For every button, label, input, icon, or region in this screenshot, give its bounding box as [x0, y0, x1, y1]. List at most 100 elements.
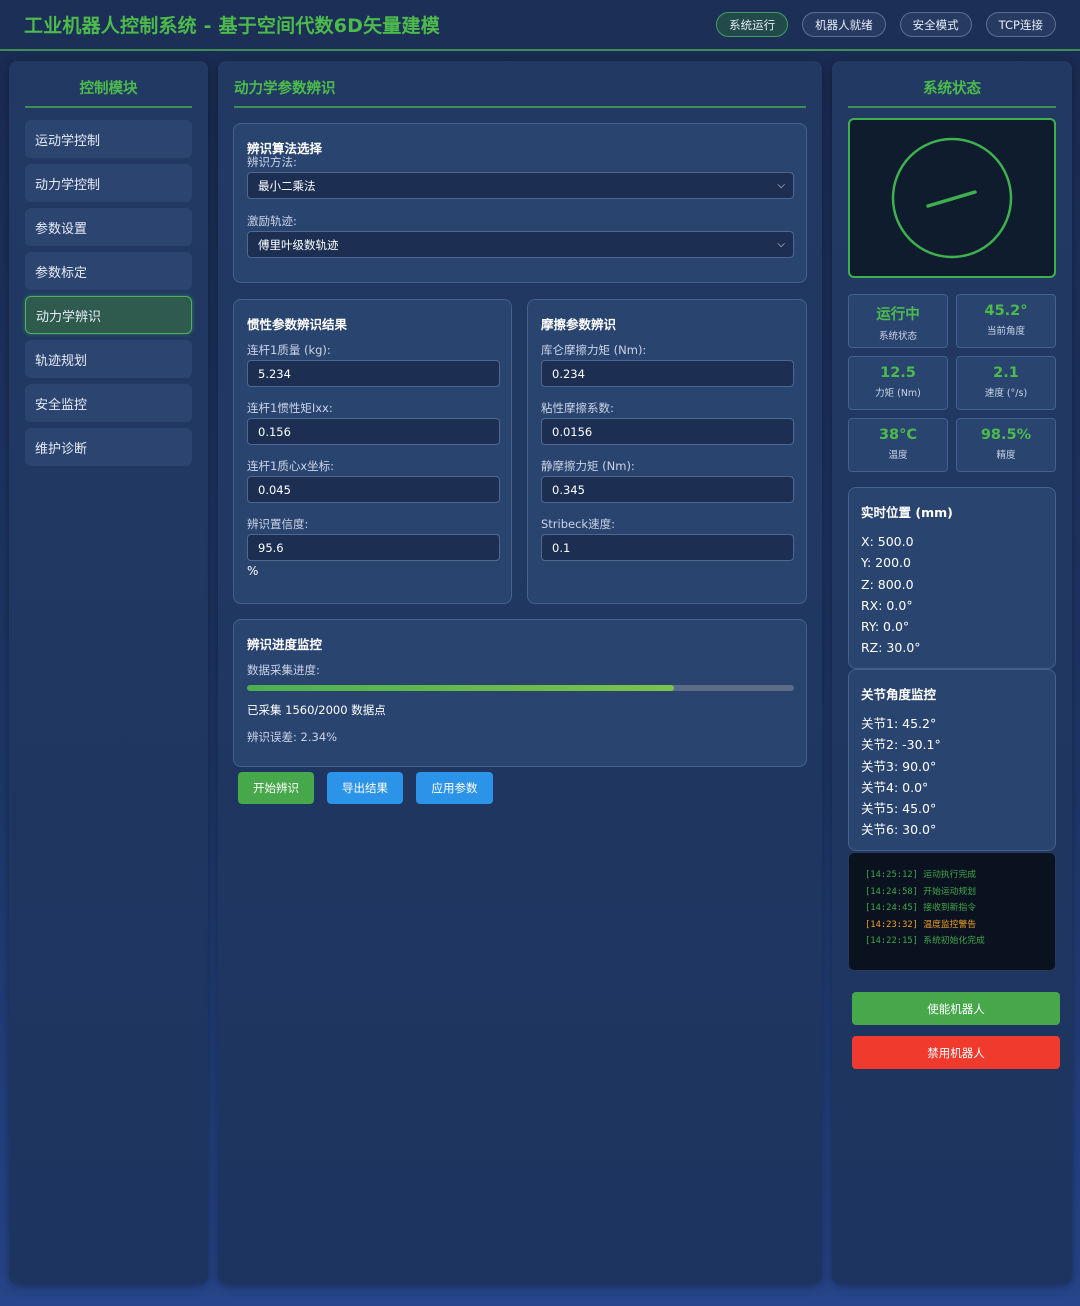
- link1-com-x-label: 连杆1质心x坐标:: [247, 459, 334, 473]
- stat-value: 38°C: [878, 427, 918, 443]
- sidebar-item-maintenance-diagnostics[interactable]: 维护诊断: [25, 428, 192, 466]
- stribeck-velocity-input[interactable]: 0.1: [541, 534, 794, 561]
- status-pill-safety-mode[interactable]: 安全模式: [899, 12, 972, 37]
- method-select[interactable]: 最小二乘法 ⌵: [247, 172, 794, 199]
- trajectory-select-value: 傅里叶级数轨迹: [258, 237, 339, 252]
- joint-1-angle: 关节1: 45.2°: [861, 716, 937, 731]
- joint-5-angle: 关节5: 45.0°: [861, 801, 937, 817]
- sidebar-title: 控制模块: [25, 77, 192, 108]
- stat-system-status: 运行中 系统状态: [848, 294, 948, 348]
- stat-accuracy: 98.5% 精度: [956, 418, 1056, 472]
- coulomb-friction-input[interactable]: 0.234: [541, 360, 794, 387]
- inertia-card-title: 惯性参数辨识结果: [247, 317, 348, 332]
- joint-6-angle: 关节6: 30.0°: [861, 822, 937, 838]
- sidebar-panel: 控制模块 运动学控制 动力学控制 参数设置 参数标定 动力学辨识 轨迹规划 安全…: [9, 61, 208, 1284]
- status-pill-tcp-connection[interactable]: TCP连接: [985, 12, 1056, 37]
- confidence-unit: %: [247, 564, 259, 578]
- chevron-down-icon: ⌵: [777, 239, 785, 250]
- stat-label: 温度: [888, 450, 908, 461]
- stat-value: 运行中: [876, 307, 920, 323]
- trajectory-select[interactable]: 傅里叶级数轨迹 ⌵: [247, 231, 794, 258]
- stat-value: 45.2°: [984, 303, 1028, 319]
- app-header: 工业机器人控制系统 - 基于空间代数6D矢量建模 系统运行 机器人就绪 安全模式…: [0, 0, 1080, 51]
- stat-value: 98.5%: [980, 427, 1032, 443]
- viscous-friction-input[interactable]: 0.0156: [541, 418, 794, 445]
- collect-progress-bar: [247, 685, 794, 691]
- link1-mass-input[interactable]: 5.234: [247, 360, 500, 387]
- progress-card: 辨识进度监控 数据采集进度: 已采集 1560/2000 数据点 辨识误差: 2…: [233, 619, 807, 767]
- stat-value: 2.1: [993, 365, 1019, 381]
- page-title: 动力学参数辨识: [234, 77, 806, 108]
- status-panel-title: 系统状态: [848, 77, 1056, 108]
- position-y: Y: 200.0: [861, 555, 911, 571]
- confidence-label: 辨识置信度:: [247, 517, 309, 531]
- joint-2-angle: 关节2: -30.1°: [861, 737, 941, 753]
- collect-progress-label: 数据采集进度:: [247, 663, 320, 677]
- joint-3-angle: 关节3: 90.0°: [861, 758, 937, 774]
- friction-card-title: 摩擦参数辨识: [541, 317, 617, 332]
- sidebar-item-parameter-calibration[interactable]: 参数标定: [25, 252, 192, 290]
- static-friction-input[interactable]: 0.345: [541, 476, 794, 503]
- position-z: Z: 800.0: [861, 576, 914, 592]
- log-entry: [14:24:45] 接收到新指令: [865, 903, 977, 913]
- main-panel: 动力学参数辨识 辨识算法选择 辨识方法: 最小二乘法 ⌵ 激励轨迹: 傅里叶级数…: [218, 61, 822, 1284]
- apply-parameters-button[interactable]: 应用参数: [416, 772, 493, 804]
- friction-card: 摩擦参数辨识 库仑摩擦力矩 (Nm): 0.234 粘性摩擦系数: 0.0156…: [527, 299, 807, 604]
- progress-card-title: 辨识进度监控: [247, 637, 323, 652]
- status-pills: 系统运行 机器人就绪 安全模式 TCP连接: [716, 12, 1056, 37]
- link1-mass-label: 连杆1质量 (kg):: [247, 343, 331, 357]
- joint-list: 关节1: 45.2° 关节2: -30.1° 关节3: 90.0° 关节4: 0…: [849, 713, 1055, 841]
- stat-current-angle: 45.2° 当前角度: [956, 294, 1056, 348]
- export-results-button[interactable]: 导出结果: [327, 772, 403, 804]
- sidebar-item-safety-monitoring[interactable]: 安全监控: [25, 384, 192, 422]
- sidebar-item-parameter-settings[interactable]: 参数设置: [25, 208, 192, 246]
- position-rx: RX: 0.0°: [861, 597, 913, 613]
- enable-robot-button[interactable]: 使能机器人: [852, 992, 1060, 1025]
- position-x: X: 500.0: [861, 534, 914, 549]
- app-title: 工业机器人控制系统 - 基于空间代数6D矢量建模: [24, 15, 440, 37]
- joint-angle-card: 关节角度监控 关节1: 45.2° 关节2: -30.1° 关节3: 90.0°…: [848, 669, 1056, 851]
- collected-count: 已采集 1560/2000 数据点: [247, 703, 386, 717]
- sidebar-item-dynamics-identification[interactable]: 动力学辨识: [25, 296, 192, 334]
- stat-label: 系统状态: [878, 331, 917, 342]
- confidence-input[interactable]: 95.6: [247, 534, 500, 561]
- stat-label: 当前角度: [986, 326, 1025, 337]
- link1-com-x-input[interactable]: 0.045: [247, 476, 500, 503]
- stat-label: 精度: [996, 450, 1016, 461]
- sidebar-item-trajectory-planning[interactable]: 轨迹规划: [25, 340, 192, 378]
- status-panel: 系统状态 运行中 系统状态 45.2° 当前角度 12.5 力矩 (Nm) 2.…: [832, 61, 1072, 1284]
- stat-torque: 12.5 力矩 (Nm): [848, 356, 948, 410]
- log-entry: [14:22:15] 系统初始化完成: [865, 936, 985, 946]
- realtime-position-card: 实时位置 (mm) X: 500.0 Y: 200.0 Z: 800.0 RX:…: [848, 487, 1056, 669]
- viscous-friction-label: 粘性摩擦系数:: [541, 401, 614, 415]
- status-pill-robot-ready[interactable]: 机器人就绪: [802, 12, 886, 37]
- robot-visualization: [848, 118, 1056, 278]
- position-ry: RY: 0.0°: [861, 619, 910, 635]
- link1-ixx-input[interactable]: 0.156: [247, 418, 500, 445]
- inertia-card: 惯性参数辨识结果 连杆1质量 (kg): 5.234 连杆1惯性矩Ixx: 0.…: [233, 299, 512, 604]
- stat-velocity: 2.1 速度 (°/s): [956, 356, 1056, 410]
- sidebar-item-kinematics-control[interactable]: 运动学控制: [25, 120, 192, 158]
- trajectory-label: 激励轨迹:: [247, 214, 297, 228]
- algorithm-card: 辨识算法选择 辨识方法: 最小二乘法 ⌵ 激励轨迹: 傅里叶级数轨迹 ⌵: [233, 123, 807, 283]
- collect-progress-fill: [247, 685, 674, 691]
- realtime-position-title: 实时位置 (mm): [861, 505, 953, 520]
- sidebar-item-dynamics-control[interactable]: 动力学控制: [25, 164, 192, 202]
- log-entry-warning: [14:23:32] 温度监控警告: [865, 919, 977, 930]
- robot-arm-dial-icon: [891, 137, 1013, 259]
- disable-robot-button[interactable]: 禁用机器人: [852, 1036, 1060, 1069]
- method-label: 辨识方法:: [247, 155, 297, 169]
- log-entry: [14:25:12] 运动执行完成: [865, 870, 977, 880]
- joint-4-angle: 关节4: 0.0°: [861, 779, 929, 795]
- start-identification-button[interactable]: 开始辨识: [238, 772, 314, 804]
- stat-label: 速度 (°/s): [984, 388, 1028, 399]
- stat-label: 力矩 (Nm): [875, 388, 921, 399]
- position-list: X: 500.0 Y: 200.0 Z: 800.0 RX: 0.0° RY: …: [849, 531, 1055, 659]
- stat-temperature: 38°C 温度: [848, 418, 948, 472]
- event-log: [14:25:12] 运动执行完成 [14:24:58] 开始运动规划 [14:…: [848, 852, 1056, 971]
- chevron-down-icon: ⌵: [777, 180, 785, 191]
- coulomb-friction-label: 库仑摩擦力矩 (Nm):: [541, 343, 647, 357]
- link1-ixx-label: 连杆1惯性矩Ixx:: [247, 401, 333, 415]
- stribeck-velocity-label: Stribeck速度:: [541, 517, 615, 531]
- status-pill-system-running[interactable]: 系统运行: [716, 12, 789, 37]
